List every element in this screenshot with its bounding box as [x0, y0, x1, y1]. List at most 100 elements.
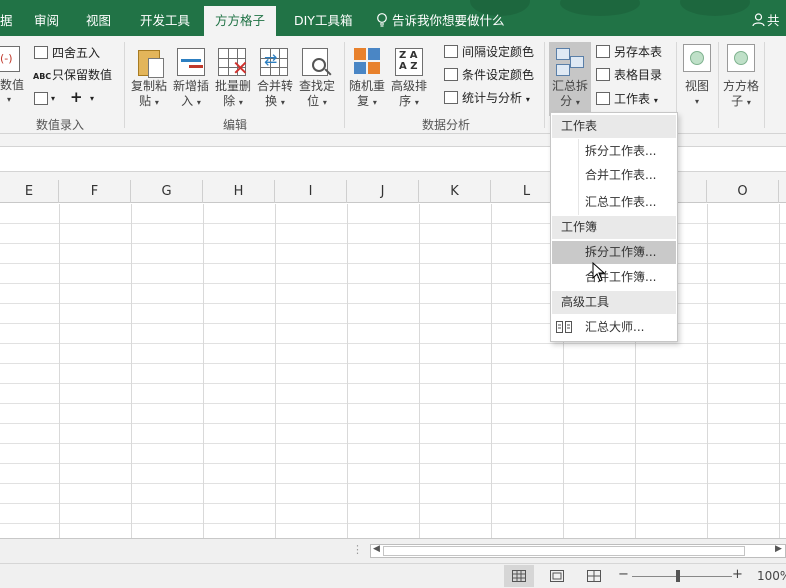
menu-item-summary-sheet[interactable]: 汇总工作表...	[552, 191, 676, 214]
group-separator	[344, 42, 345, 128]
lightbulb-icon	[377, 13, 387, 27]
minus-sign-icon: (-)	[0, 52, 13, 65]
tab-view[interactable]: 视图	[86, 0, 111, 36]
tab-data-partial[interactable]: 据	[0, 0, 13, 36]
share-button[interactable]: 共	[752, 0, 780, 36]
tab-review[interactable]: 审阅	[34, 0, 59, 36]
share-label: 共	[767, 13, 780, 28]
chevron-down-icon[interactable]: ▾	[51, 91, 55, 107]
column-header[interactable]: H	[203, 180, 275, 203]
merge-convert-label-2: 换 ▾	[265, 94, 285, 108]
zoom-level[interactable]: 100%	[757, 569, 786, 583]
menu-item-split-book[interactable]: 拆分工作簿...	[552, 241, 676, 264]
random-repeat-button[interactable]	[354, 46, 384, 78]
menu-item-merge-book[interactable]: 合并工作簿...	[552, 266, 676, 289]
cond-color-icon	[444, 68, 458, 81]
normal-view-button[interactable]	[504, 565, 534, 587]
save-table-button[interactable]: 另存本表	[614, 44, 662, 60]
sheet-bar: ⋮ ◀ ▶	[0, 538, 786, 563]
worksheet-icon	[596, 92, 610, 105]
person-icon	[752, 13, 765, 27]
menu-item-merge-sheet[interactable]: 合并工作表...	[552, 164, 676, 187]
paper-icon	[148, 58, 164, 78]
splitter-handle-icon[interactable]: ⋮	[352, 543, 363, 556]
round-icon	[34, 46, 48, 59]
block-icon	[368, 62, 380, 74]
interval-color-button[interactable]: 间隔设定颜色	[462, 44, 534, 60]
edit-icon[interactable]	[34, 92, 48, 105]
column-header[interactable]: I	[275, 180, 347, 203]
insert-label-2: 入 ▾	[181, 94, 201, 108]
numeric-button[interactable]: (-)	[0, 46, 24, 74]
advanced-sort-button[interactable]: Z AA Z	[395, 46, 427, 78]
row-marker	[189, 65, 203, 68]
tell-me-box[interactable]: 告诉我你想要做什么	[376, 0, 505, 36]
merge-convert-button[interactable]: ⇄	[260, 46, 292, 78]
zoom-out-icon[interactable]: −	[618, 567, 629, 582]
cond-color-button[interactable]: 条件设定颜色	[462, 67, 534, 83]
column-header[interactable]: K	[419, 180, 491, 203]
scroll-right-icon[interactable]: ▶	[775, 544, 782, 554]
status-bar: − + 100%	[0, 563, 786, 588]
merge-convert-label-1: 合并转	[256, 79, 293, 93]
tell-me-label: 告诉我你想要做什么	[392, 13, 505, 28]
sort-label-2: 序 ▾	[399, 94, 419, 108]
column-header[interactable]: O	[707, 180, 779, 203]
tab-developer[interactable]: 开发工具	[140, 0, 190, 36]
table-dir-button[interactable]: 表格目录	[614, 67, 662, 83]
circle-icon	[690, 51, 704, 65]
copy-paste-button[interactable]	[136, 46, 166, 78]
decoration-shape	[680, 0, 750, 16]
circle-icon	[734, 51, 748, 65]
chevron-down-icon: ▾	[694, 97, 699, 106]
column-header[interactable]: F	[59, 180, 131, 203]
menu-item-summary-master[interactable]: 汇总大师...	[552, 316, 676, 339]
horizontal-scrollbar[interactable]: ◀ ▶	[370, 544, 786, 558]
menu-section-header: 工作簿	[552, 216, 676, 239]
zoom-in-icon[interactable]: +	[732, 567, 743, 582]
sort-label-1: 高级排	[390, 79, 427, 93]
interval-color-icon	[444, 45, 458, 58]
group-label-numeric: 数值录入	[35, 118, 84, 132]
insert-label-1: 新增插	[172, 79, 209, 93]
page-break-icon[interactable]	[587, 570, 601, 582]
keep-value-button[interactable]: 只保留数值	[52, 67, 112, 83]
table-insert-icon	[177, 48, 205, 76]
menu-section-header: 工作表	[552, 115, 676, 138]
stats-icon	[444, 91, 458, 104]
scroll-left-icon[interactable]: ◀	[373, 544, 380, 554]
menu-section-header: 高级工具	[552, 291, 676, 314]
summary-split-menu: 工作表 拆分工作表... 合并工作表... 汇总工作表... 工作簿 拆分工作簿…	[550, 112, 678, 342]
decoration-shape	[560, 0, 640, 16]
plus-icon[interactable]: +	[70, 89, 83, 105]
tab-diy-toolbox[interactable]: DIY工具箱	[294, 0, 352, 36]
zoom-slider-thumb[interactable]	[676, 570, 680, 582]
view-label: 视图	[684, 79, 709, 93]
ffgz-button[interactable]	[727, 44, 755, 72]
round-button[interactable]: 四舍五入	[52, 45, 100, 61]
view-button[interactable]	[683, 44, 711, 72]
sort-letters: Z AA Z	[399, 50, 418, 72]
chevron-down-icon[interactable]: ▾	[90, 91, 94, 107]
grid-view-icon	[512, 570, 526, 582]
copy-paste-label-2: 贴 ▾	[139, 94, 159, 108]
summary-split-label-2: 分 ▾	[560, 94, 580, 108]
stats-button[interactable]: 统计与分析 ▾	[462, 90, 530, 108]
tab-fangfang[interactable]: 方方格子	[204, 6, 277, 36]
ribbon-tab-bar: 据 审阅 视图 开发工具 方方格子 DIY工具箱 告诉我你想要做什么 共	[0, 0, 786, 36]
numeric-label: 数值	[0, 78, 25, 92]
worksheet-button[interactable]: 工作表 ▾	[614, 91, 658, 109]
scrollbar-thumb[interactable]	[383, 546, 745, 556]
column-header[interactable]: G	[131, 180, 203, 203]
column-header[interactable]: J	[347, 180, 419, 203]
page-layout-icon[interactable]	[550, 570, 564, 582]
find-locate-button[interactable]	[302, 46, 334, 78]
menu-item-split-sheet[interactable]: 拆分工作表...	[552, 140, 676, 163]
zoom-slider-track[interactable]	[632, 576, 732, 577]
summary-split-label-1: 汇总拆	[551, 79, 588, 93]
insert-button[interactable]	[177, 46, 207, 78]
column-header[interactable]: E	[0, 180, 59, 203]
group-label-analysis: 数据分析	[421, 118, 470, 132]
batch-delete-label-2: 除 ▾	[223, 94, 243, 108]
batch-delete-button[interactable]: ✕	[218, 46, 250, 78]
